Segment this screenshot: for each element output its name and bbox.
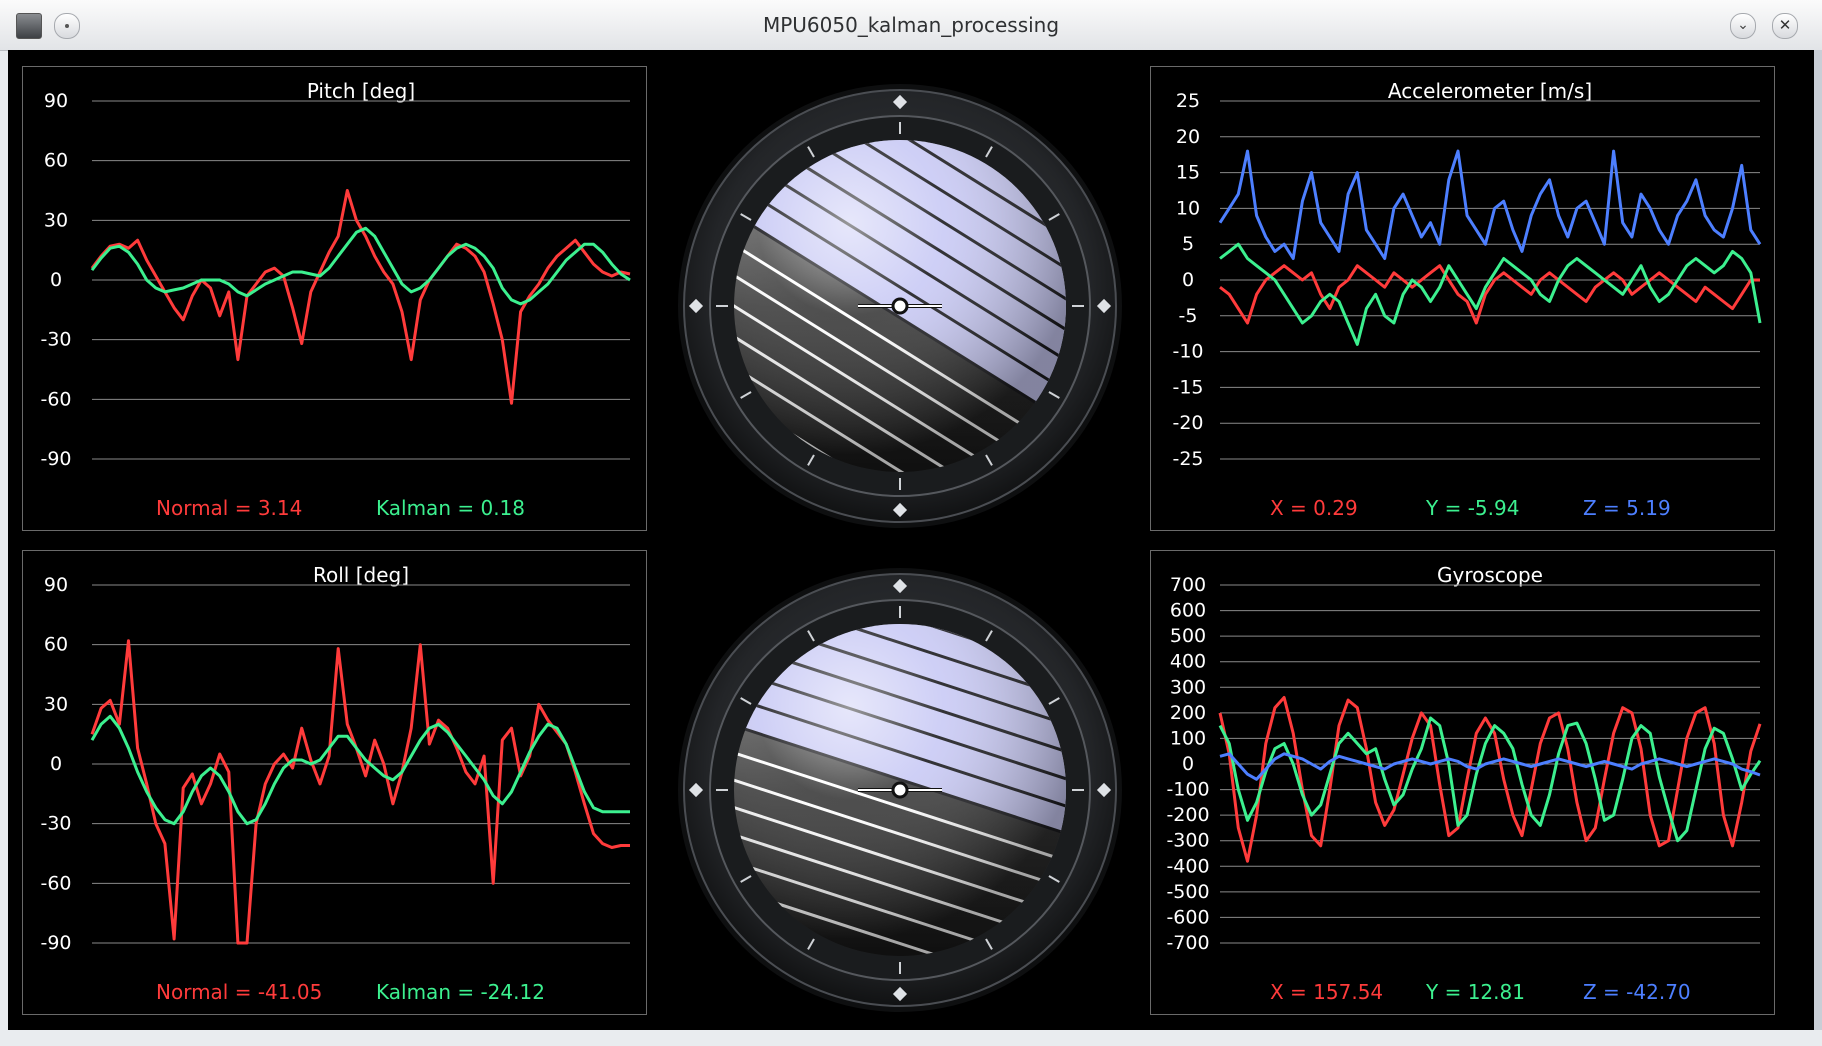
accelerometer-y-tick-label: 0: [1182, 269, 1194, 291]
window-title: MPU6050_kalman_processing: [762, 13, 1060, 37]
roll-chart-panel: Roll [deg] 90 60 30 0 -30 -60 -90 Normal = -41.0…: [22, 550, 647, 1015]
gyroscope-y-tick-label: -300: [1166, 830, 1209, 852]
accelerometer-y-tick-label: -25: [1172, 448, 1203, 470]
roll-chart-title: Roll [deg]: [313, 563, 409, 587]
title-bar: MPU6050_kalman_processing ⌄ ✕: [0, 0, 1822, 51]
pitch-y-tick-label: 0: [50, 269, 62, 291]
accelerometer-y-tick-label: 20: [1176, 126, 1200, 148]
roll-y-tick-label: 0: [50, 753, 62, 775]
roll-panel-frame: [22, 550, 647, 1015]
gyroscope-y-tick-label: 600: [1170, 600, 1206, 622]
accelerometer-chart-title: Accelerometer [m/s]: [1388, 79, 1592, 103]
roll-attitude-gauge-reference-dot: [891, 781, 909, 799]
chevron-down-icon: ⌄: [1737, 17, 1749, 33]
roll-y-tick-label: -60: [40, 872, 71, 894]
accelerometer-y-tick-label: 15: [1176, 162, 1200, 184]
pitch-attitude-gauge-reference-dot: [891, 297, 909, 315]
accelerometer-y-tick-label: 10: [1176, 197, 1200, 219]
app-window: MPU6050_kalman_processing ⌄ ✕ Pitch [deg…: [0, 0, 1822, 1046]
pitch-panel-frame: [22, 66, 647, 531]
gyroscope-chart-title: Gyroscope: [1437, 563, 1543, 587]
gyroscope-y-tick-label: 0: [1182, 753, 1194, 775]
roll-y-tick-label: -90: [40, 932, 71, 954]
window-bottom-edge: [0, 1030, 1822, 1046]
sketch-canvas: Pitch [deg] 90 60 30 0 -30 -60 -90 Normal = 3.14…: [8, 50, 1814, 1030]
gyroscope-y-tick-label: 500: [1170, 625, 1206, 647]
gyroscope-chart-panel: Gyroscope 700 600 500 400 300 200 100 0 -100 -200 -…: [1150, 550, 1775, 1015]
dashboard-svg: Pitch [deg]9060300-30-60-90Normal = 3.14…: [22, 66, 1775, 1015]
accelerometer-y-tick-label: -5: [1179, 305, 1198, 327]
roll-readout-kalman: Kalman = -24.12: [376, 980, 545, 1004]
gyroscope-readout-x: X = 157.54: [1270, 980, 1383, 1004]
gyroscope-y-tick-label: 700: [1170, 574, 1206, 596]
gyroscope-y-tick-label: 200: [1170, 702, 1206, 724]
pitch-readout-kalman: Kalman = 0.18: [376, 496, 525, 520]
roll-readout-normal: Normal = -41.05: [156, 980, 322, 1004]
gyroscope-readout-z: Z = -42.70: [1583, 980, 1691, 1004]
accelerometer-readout-x: X = 0.29: [1270, 496, 1358, 520]
accelerometer-y-tick-label: -10: [1172, 341, 1203, 363]
roll-y-tick-label: 60: [44, 634, 68, 656]
window-edge: [1814, 50, 1822, 1030]
pitch-y-tick-label: 60: [44, 150, 68, 172]
roll-y-tick-label: 90: [44, 574, 68, 596]
gyroscope-y-tick-label: -400: [1166, 855, 1209, 877]
roll-y-tick-label: 30: [44, 693, 68, 715]
accelerometer-chart-panel: Accelerometer [m/s] 25 20 15 10 5 0 -5 -10 -15 -20…: [1150, 66, 1775, 531]
minimize-button[interactable]: ⌄: [1730, 13, 1756, 39]
gyroscope-y-tick-label: -600: [1166, 906, 1209, 928]
accelerometer-readout-y: Y = -5.94: [1425, 496, 1519, 520]
accelerometer-readout-z: Z = 5.19: [1583, 496, 1671, 520]
close-icon: ✕: [1778, 16, 1792, 34]
gyroscope-y-tick-label: -200: [1166, 804, 1209, 826]
gyroscope-y-tick-label: 100: [1170, 727, 1206, 749]
gyroscope-y-tick-label: 300: [1170, 676, 1206, 698]
accelerometer-y-tick-label: 5: [1182, 233, 1194, 255]
roll-y-tick-label: -30: [40, 813, 71, 835]
pitch-chart-panel: Pitch [deg] 90 60 30 0 -30 -60 -90 Normal = 3.14…: [22, 66, 647, 531]
pitch-chart-title: Pitch [deg]: [307, 79, 415, 103]
gyroscope-y-tick-label: -700: [1166, 932, 1209, 954]
gyroscope-y-tick-label: -500: [1166, 881, 1209, 903]
pitch-readout-normal: Normal = 3.14: [156, 496, 302, 520]
pitch-y-tick-label: -30: [40, 329, 71, 351]
accelerometer-y-tick-label: -20: [1172, 412, 1203, 434]
gyroscope-y-tick-label: -100: [1166, 779, 1209, 801]
gyroscope-y-tick-label: 400: [1170, 651, 1206, 673]
pitch-y-tick-label: -90: [40, 448, 71, 470]
pitch-y-tick-label: 90: [44, 90, 68, 112]
pitch-y-tick-label: 30: [44, 209, 68, 231]
accelerometer-y-tick-label: -15: [1172, 376, 1203, 398]
pitch-y-tick-label: -60: [40, 388, 71, 410]
close-button[interactable]: ✕: [1772, 13, 1798, 39]
accelerometer-y-tick-label: 25: [1176, 90, 1200, 112]
gyroscope-readout-y: Y = 12.81: [1425, 980, 1525, 1004]
gyroscope-panel-frame: [1150, 550, 1775, 1015]
